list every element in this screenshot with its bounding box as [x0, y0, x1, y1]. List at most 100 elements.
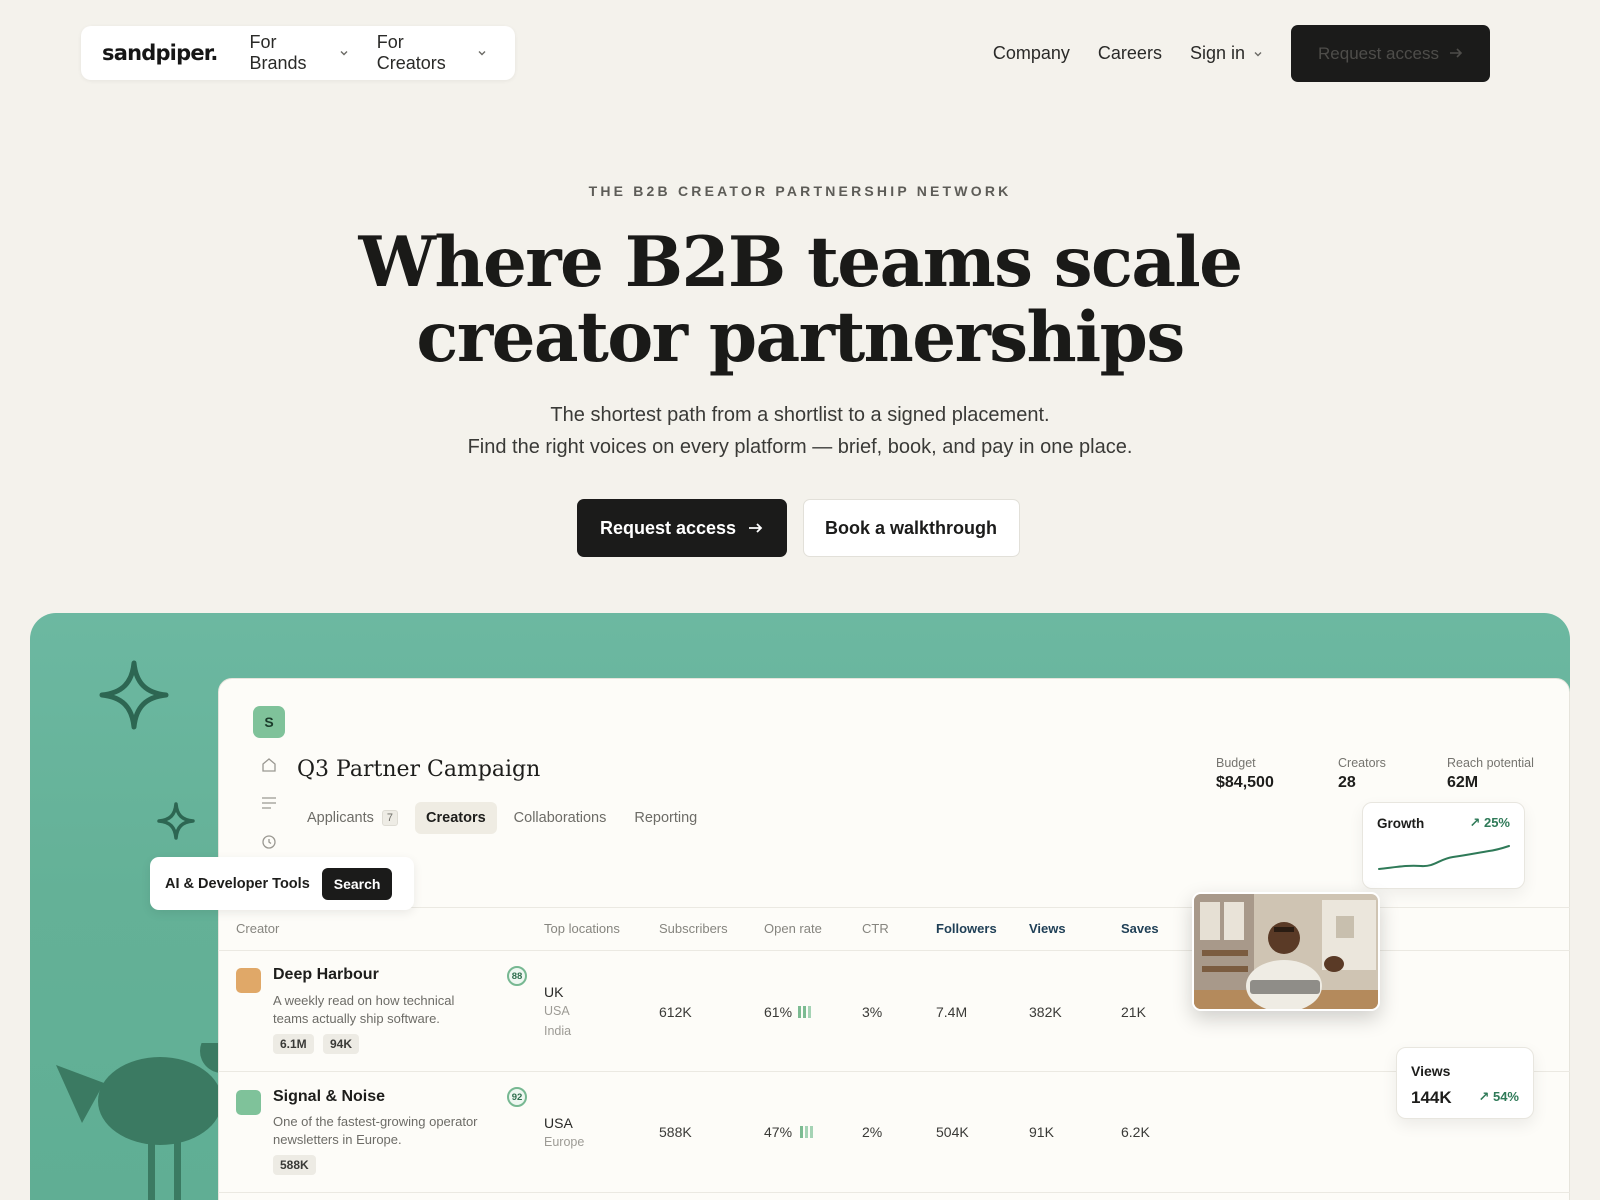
nav-company[interactable]: Company	[993, 43, 1070, 64]
open-rate-bars	[800, 1126, 813, 1138]
views-value: 382K	[1029, 1004, 1062, 1020]
subscribers-value: 612K	[659, 1004, 692, 1020]
hero-headline-line1: Where B2B teams scale	[358, 222, 1244, 303]
audience-pill: 6.1M	[273, 1034, 314, 1054]
open-rate-value: 47%	[764, 1124, 793, 1140]
col-header-ctr[interactable]: CTR	[862, 921, 889, 936]
creator-description: One of the fastest-growing operator news…	[273, 1114, 478, 1147]
nav-sign-in-label: Sign in	[1189, 43, 1245, 63]
saves-value: 6.2K	[1121, 1124, 1150, 1140]
nav-request-access-button[interactable]: Request access	[1291, 25, 1490, 82]
campaign-tabs: Applicants 7 Creators Collaborations Rep…	[296, 802, 708, 834]
ctr-value: 3%	[862, 1004, 883, 1020]
nav-request-access-label: Request access	[1318, 43, 1439, 63]
table-row-divider	[218, 1071, 1570, 1072]
growth-sparkline-icon	[1378, 845, 1510, 870]
hero-subtitle-line1: The shortest path from a shortlist to a …	[550, 404, 1050, 426]
nav-left-group: sandpiper. For Brands For Creators	[81, 26, 515, 80]
views-card-label: Views	[1411, 1063, 1451, 1079]
hero-cta-row: Request access Book a walkthrough	[0, 499, 1600, 557]
col-header-creator[interactable]: Creator	[236, 921, 279, 936]
views-card: Views 144K ↗ 54%	[1396, 1047, 1534, 1119]
applicants-count-badge: 7	[381, 810, 399, 826]
col-header-top-locations[interactable]: Top locations	[544, 921, 620, 936]
tab-applicants[interactable]: Applicants 7	[296, 802, 409, 834]
col-header-views[interactable]: Views	[1029, 921, 1066, 936]
views-card-change: ↗ 54%	[1478, 1089, 1519, 1104]
saves-value: 21K	[1121, 1004, 1146, 1020]
match-score-badge: 88	[507, 966, 527, 986]
chevron-down-icon	[1253, 49, 1263, 59]
growth-label: Growth	[1377, 816, 1425, 831]
clock-icon[interactable]	[261, 834, 277, 855]
hero-eyebrow: THE B2B CREATOR PARTNERSHIP NETWORK	[588, 183, 1012, 199]
location-primary: UK	[544, 984, 564, 1000]
table-row-divider	[218, 1192, 1570, 1193]
location-secondary: Europe	[544, 1135, 585, 1149]
stat-reach-value: 62M	[1447, 774, 1479, 791]
stat-budget-value: $84,500	[1216, 774, 1274, 791]
category-label: AI & Developer Tools	[165, 875, 310, 892]
col-header-saves[interactable]: Saves	[1121, 921, 1159, 936]
tab-collaborations[interactable]: Collaborations	[503, 802, 618, 834]
ctr-value: 2%	[862, 1124, 883, 1140]
home-icon[interactable]	[261, 757, 277, 778]
nav-right-group: Company Careers Sign in Request access	[993, 25, 1490, 82]
list-icon[interactable]	[261, 796, 277, 815]
open-rate-bars	[798, 1006, 811, 1018]
nav-sign-in[interactable]: Sign in	[1190, 43, 1263, 64]
tab-creators[interactable]: Creators	[415, 802, 497, 834]
col-header-subscribers[interactable]: Subscribers	[659, 921, 728, 936]
sparkle-icon	[157, 802, 195, 840]
match-score-badge: 92	[507, 1087, 527, 1107]
nav-for-brands-label: For Brands	[249, 32, 307, 73]
creator-name[interactable]: Deep Harbour	[273, 966, 379, 984]
creator-avatar	[236, 1090, 261, 1115]
tab-applicants-label: Applicants	[307, 810, 374, 826]
request-access-label: Request access	[599, 517, 737, 538]
hero-headline: Where B2B teams scale creator partnershi…	[0, 225, 1600, 375]
tab-reporting[interactable]: Reporting	[623, 802, 708, 834]
category-search-chip: AI & Developer Tools Search	[150, 857, 414, 910]
campaign-title: Q3 Partner Campaign	[297, 757, 541, 782]
col-header-followers[interactable]: Followers	[936, 921, 997, 936]
growth-card: Growth ↗ 25%	[1362, 802, 1525, 889]
stat-reach-label: Reach potential	[1447, 756, 1534, 770]
audience-pill: 94K	[323, 1034, 360, 1054]
logo[interactable]: sandpiper.	[102, 41, 218, 65]
nav-for-creators[interactable]: For Creators	[377, 32, 487, 74]
location-secondary: India	[544, 1024, 572, 1038]
sparkle-icon	[99, 660, 169, 730]
stat-budget: Budget $84,500	[1216, 756, 1274, 792]
creator-video-thumbnail[interactable]	[1192, 892, 1380, 1011]
location-primary: USA	[544, 1115, 573, 1131]
stat-creators: Creators 28	[1338, 756, 1386, 792]
location-secondary: USA	[544, 1004, 570, 1018]
chevron-down-icon	[339, 48, 349, 58]
chevron-down-icon	[477, 48, 487, 58]
video-person-image-icon	[1194, 894, 1378, 1009]
followers-value: 7.4M	[936, 1004, 968, 1020]
workspace-avatar[interactable]: S	[253, 706, 285, 738]
stat-creators-value: 28	[1338, 774, 1356, 791]
category-search-button[interactable]: Search	[321, 867, 393, 900]
nav-for-creators-label: For Creators	[376, 32, 446, 73]
creator-name[interactable]: Signal & Noise	[273, 1088, 385, 1106]
arrow-right-icon	[1449, 44, 1463, 64]
hero-headline-line2: creator partnerships	[416, 297, 1185, 378]
audience-pill: 588K	[273, 1155, 316, 1175]
creator-avatar	[236, 968, 261, 993]
nav-for-brands[interactable]: For Brands	[250, 32, 349, 74]
open-rate-value: 61%	[764, 1004, 793, 1020]
nav-careers[interactable]: Careers	[1098, 43, 1162, 64]
stat-budget-label: Budget	[1216, 756, 1256, 770]
followers-value: 504K	[936, 1124, 969, 1140]
creator-description: A weekly read on how technical teams act…	[273, 993, 455, 1026]
views-value: 91K	[1029, 1124, 1054, 1140]
stat-reach: Reach potential 62M	[1447, 756, 1534, 792]
book-walkthrough-button[interactable]: Book a walkthrough	[802, 499, 1020, 557]
growth-change: ↗ 25%	[1469, 815, 1510, 830]
hero-subtitle-line2: Find the right voices on every platform …	[467, 436, 1133, 458]
col-header-open-rate[interactable]: Open rate	[764, 921, 822, 936]
request-access-button[interactable]: Request access	[576, 499, 787, 557]
